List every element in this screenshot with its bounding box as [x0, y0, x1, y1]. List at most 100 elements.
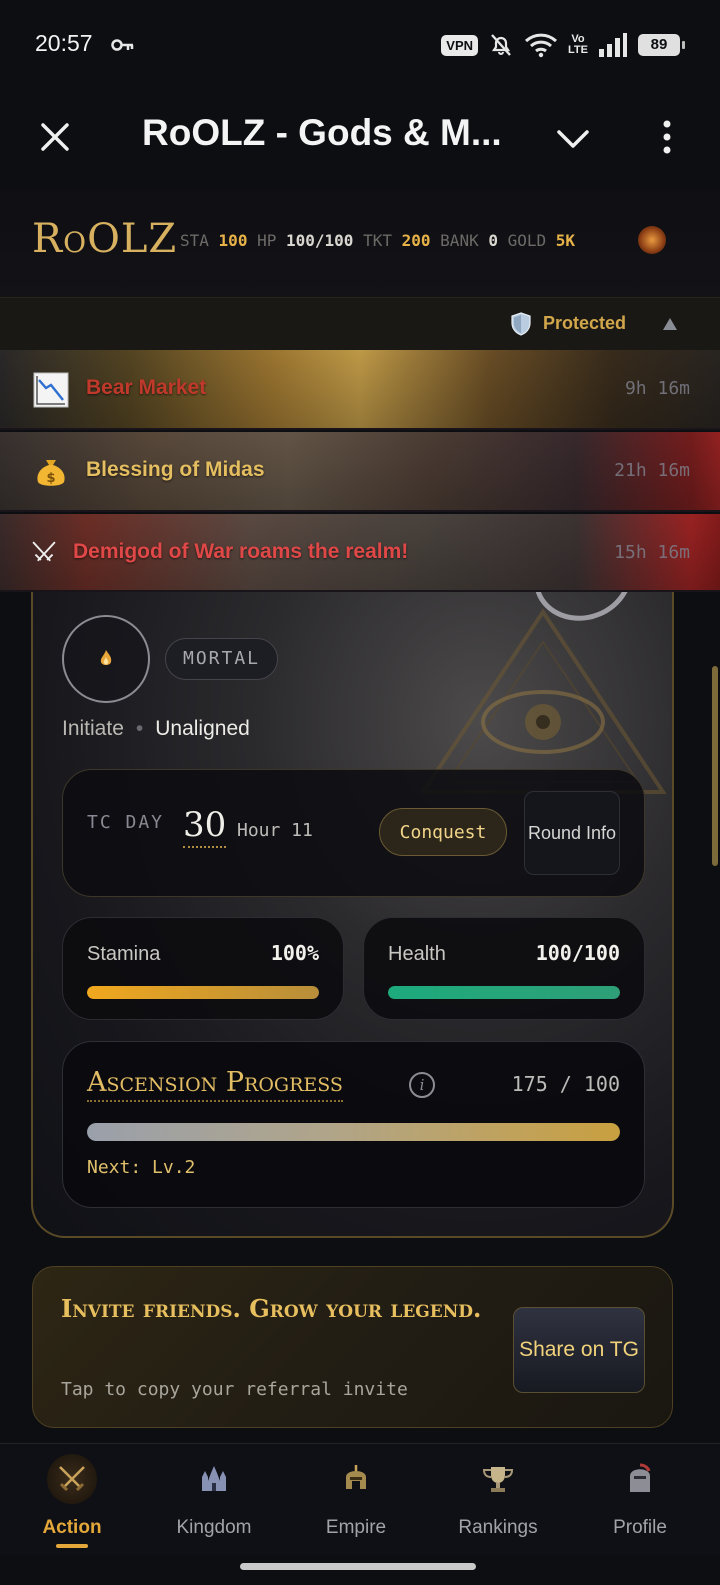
invite-subtitle: Tap to copy your referral invite [61, 1379, 408, 1400]
status-time: 20:57 [35, 30, 93, 56]
nav-item-action[interactable]: Action [0, 1444, 144, 1556]
flame-icon [100, 650, 112, 665]
nav-active-indicator [56, 1544, 88, 1548]
game-header: RoOLZ STA 100 HP 100/100 TKT 200 BANK 0 … [0, 188, 720, 298]
protection-status-bar[interactable]: Protected [0, 298, 720, 350]
round-panel: TC DAY 30 Hour 11 Conquest Round Info [62, 769, 645, 897]
expand-button[interactable] [548, 114, 598, 164]
trophy-icon [473, 1454, 523, 1504]
crossed-swords-icon [32, 541, 56, 562]
signal-icon [599, 33, 627, 57]
round-info-button[interactable]: Round Info [524, 791, 620, 875]
ascension-bar-fill [87, 1123, 620, 1141]
stat-label-hp: HP [257, 231, 277, 250]
nav-label: Profile [613, 1517, 667, 1538]
money-bag-icon: $ [37, 460, 65, 486]
stamina-bar-fill [87, 986, 319, 999]
faction-emblem-icon[interactable] [638, 226, 666, 254]
knight-icon [615, 1454, 665, 1504]
status-icons: VPN Vo LTE 89 [441, 32, 685, 58]
nav-label: Kingdom [176, 1517, 252, 1538]
round-hour: Hour 11 [237, 820, 313, 841]
player-title: Initiate [62, 717, 124, 740]
stamina-bar-track [87, 986, 319, 999]
event-banner-demigod-of-war[interactable]: Demigod of War roams the realm! 15h 16m [0, 514, 720, 592]
health-meter: Health 100/100 [363, 917, 645, 1020]
stat-value-hp: 100/100 [286, 231, 354, 250]
stat-label-sta: STA [180, 231, 209, 250]
nav-item-empire[interactable]: Empire [284, 1444, 428, 1556]
app-bar: RoOLZ - Gods & M... [0, 92, 720, 188]
round-day-number[interactable]: 30 [183, 804, 227, 848]
app-title: RoOLZ - Gods & M... [142, 112, 502, 153]
health-value: 100/100 [535, 941, 620, 965]
stat-value-tkt: 200 [401, 231, 431, 250]
close-icon [41, 123, 69, 151]
bell-muted-icon [491, 34, 511, 56]
nav-item-profile[interactable]: Profile [568, 1444, 712, 1556]
info-icon[interactable]: i [409, 1072, 435, 1098]
stat-label-gold: GOLD [507, 231, 547, 250]
player-alignment: Unaligned [155, 717, 250, 740]
crossed-swords-icon [47, 1454, 97, 1504]
stat-value-gold: 5K [555, 231, 576, 250]
chart-down-icon [33, 372, 69, 408]
stat-value-bank: 0 [488, 231, 498, 250]
player-card: MORTAL Initiate • Unaligned TC DAY 30 Hour… [31, 592, 674, 1238]
vpn-icon: VPN [441, 34, 479, 56]
event-timer: 15h 16m [614, 542, 690, 563]
protected-label: Protected [543, 313, 627, 333]
ascension-title[interactable]: Ascension Progress [87, 1066, 343, 1102]
separator-dot: • [135, 717, 144, 740]
stat-value-sta: 100 [218, 231, 248, 250]
shield-icon [511, 312, 531, 336]
player-subline: Initiate • Unaligned [62, 717, 250, 741]
ascension-progress-panel: Ascension Progress i 175 / 100 Next: Lv.… [62, 1041, 645, 1208]
stat-label-tkt: TKT [363, 231, 392, 250]
status-bar: 20:57 VPN Vo LTE 89 [0, 0, 720, 92]
nav-item-rankings[interactable]: Rankings [426, 1444, 570, 1556]
helmet-icon [331, 1454, 381, 1504]
stamina-value: 100% [270, 941, 319, 965]
event-banner-blessing-of-midas[interactable]: $ Blessing of Midas 21h 16m [0, 432, 720, 512]
stamina-label: Stamina [87, 943, 161, 965]
more-vertical-icon [663, 120, 671, 154]
health-bar-track [388, 986, 620, 999]
event-banner-bear-market[interactable]: Bear Market 9h 16m [0, 350, 720, 430]
collapse-triangle-icon[interactable] [663, 318, 677, 330]
rank-badge: MORTAL [165, 638, 279, 680]
stamina-meter: Stamina 100% [62, 917, 344, 1020]
bottom-nav: Action Kingdom Empire Rankings Profile [0, 1443, 720, 1555]
nav-label: Empire [325, 1517, 387, 1538]
invite-title: Invite friends. Grow your legend. [61, 1294, 482, 1323]
round-day-prefix: TC DAY [87, 812, 165, 833]
ascension-next-level: Next: Lv.2 [87, 1157, 196, 1178]
volte-icon: Vo LTE [568, 33, 588, 56]
avatar[interactable] [62, 615, 150, 703]
event-timer: 9h 16m [624, 378, 690, 399]
nav-label: Action [42, 1517, 102, 1538]
event-name: Demigod of War roams the realm! [73, 540, 409, 563]
invite-card[interactable]: Invite friends. Grow your legend. Tap to… [32, 1266, 673, 1428]
game-logo: RoOLZ [32, 216, 178, 262]
scrollbar-thumb[interactable] [712, 666, 718, 866]
home-indicator[interactable] [240, 1563, 476, 1570]
event-timer: 21h 16m [614, 460, 690, 481]
event-name: Bear Market [86, 376, 207, 399]
ascension-count: 175 / 100 [511, 1072, 620, 1096]
nav-label: Rankings [458, 1517, 538, 1538]
health-label: Health [388, 943, 446, 965]
nav-item-kingdom[interactable]: Kingdom [142, 1444, 286, 1556]
conquest-button[interactable]: Conquest [379, 808, 507, 856]
ascension-bar-track [87, 1123, 620, 1141]
share-on-tg-button[interactable]: Share on TG [513, 1307, 645, 1393]
close-button[interactable] [30, 112, 80, 162]
more-options-button[interactable] [645, 112, 689, 162]
resource-stats: STA 100 HP 100/100 TKT 200 BANK 0 GOLD 5… [180, 231, 575, 250]
svg-text:$: $ [46, 471, 55, 486]
stat-label-bank: BANK [440, 231, 479, 250]
wifi-icon [525, 33, 558, 58]
castle-icon [189, 1454, 239, 1504]
key-icon [111, 39, 134, 51]
event-name: Blessing of Midas [86, 458, 265, 481]
